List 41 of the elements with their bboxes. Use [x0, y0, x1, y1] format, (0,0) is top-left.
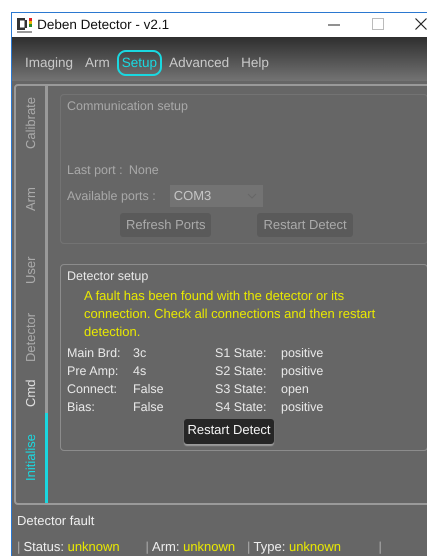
separator: |	[378, 538, 382, 556]
field-label: S4 State:	[215, 399, 268, 416]
menu-tab[interactable]: Arm	[80, 50, 115, 76]
field-value: False	[133, 381, 164, 398]
separator: |	[17, 538, 20, 556]
field-label: S1 State:	[215, 345, 268, 362]
field-value: None	[128, 162, 159, 179]
restart-button[interactable]: Restart Detect	[184, 419, 274, 444]
side-tab[interactable]: Initialise	[16, 412, 48, 503]
field-value: positive	[281, 399, 324, 416]
field-label: S3 State:	[215, 381, 268, 398]
status-text: Arm: unknown	[152, 538, 236, 556]
window-title: Deben Detector - v2.1	[37, 16, 170, 34]
side-tab[interactable]: Cmd	[16, 372, 48, 413]
field-value: open	[281, 381, 309, 398]
field-value: False	[133, 399, 164, 416]
status-text: Type: unknown	[254, 538, 342, 556]
field-value: positive	[281, 363, 324, 380]
close-icon[interactable]	[415, 18, 427, 30]
group-title: Detector setup	[67, 268, 150, 286]
field-label: Last port :	[67, 162, 123, 179]
menu-tab[interactable]: Setup	[116, 50, 162, 76]
fault-message: A fault has been found with the detector or its connection. Check all connections and then restart detection.	[83, 287, 376, 342]
group-title: Communication setup	[67, 98, 189, 115]
field-label: Pre Amp:	[67, 363, 120, 380]
logo-icon	[16, 16, 34, 34]
menu-tab[interactable]: Imaging	[20, 50, 78, 76]
field-value: 3c	[133, 345, 146, 362]
separator: |	[247, 538, 250, 556]
field-value: 4s	[133, 363, 146, 380]
menu-tab[interactable]: Advanced	[164, 50, 234, 76]
status-text: Status: unknown	[24, 538, 121, 556]
field-label: Available ports :	[67, 188, 156, 205]
menu-tab[interactable]: Help	[236, 50, 274, 76]
field-label: S2 State:	[215, 363, 268, 380]
field-value: positive	[281, 345, 324, 362]
field-label: Main Brd:	[67, 345, 122, 362]
separator: |	[146, 538, 149, 556]
status-message: Detector fault	[17, 512, 96, 530]
field-label: Bias:	[67, 399, 96, 416]
field-label: Connect:	[67, 381, 118, 398]
